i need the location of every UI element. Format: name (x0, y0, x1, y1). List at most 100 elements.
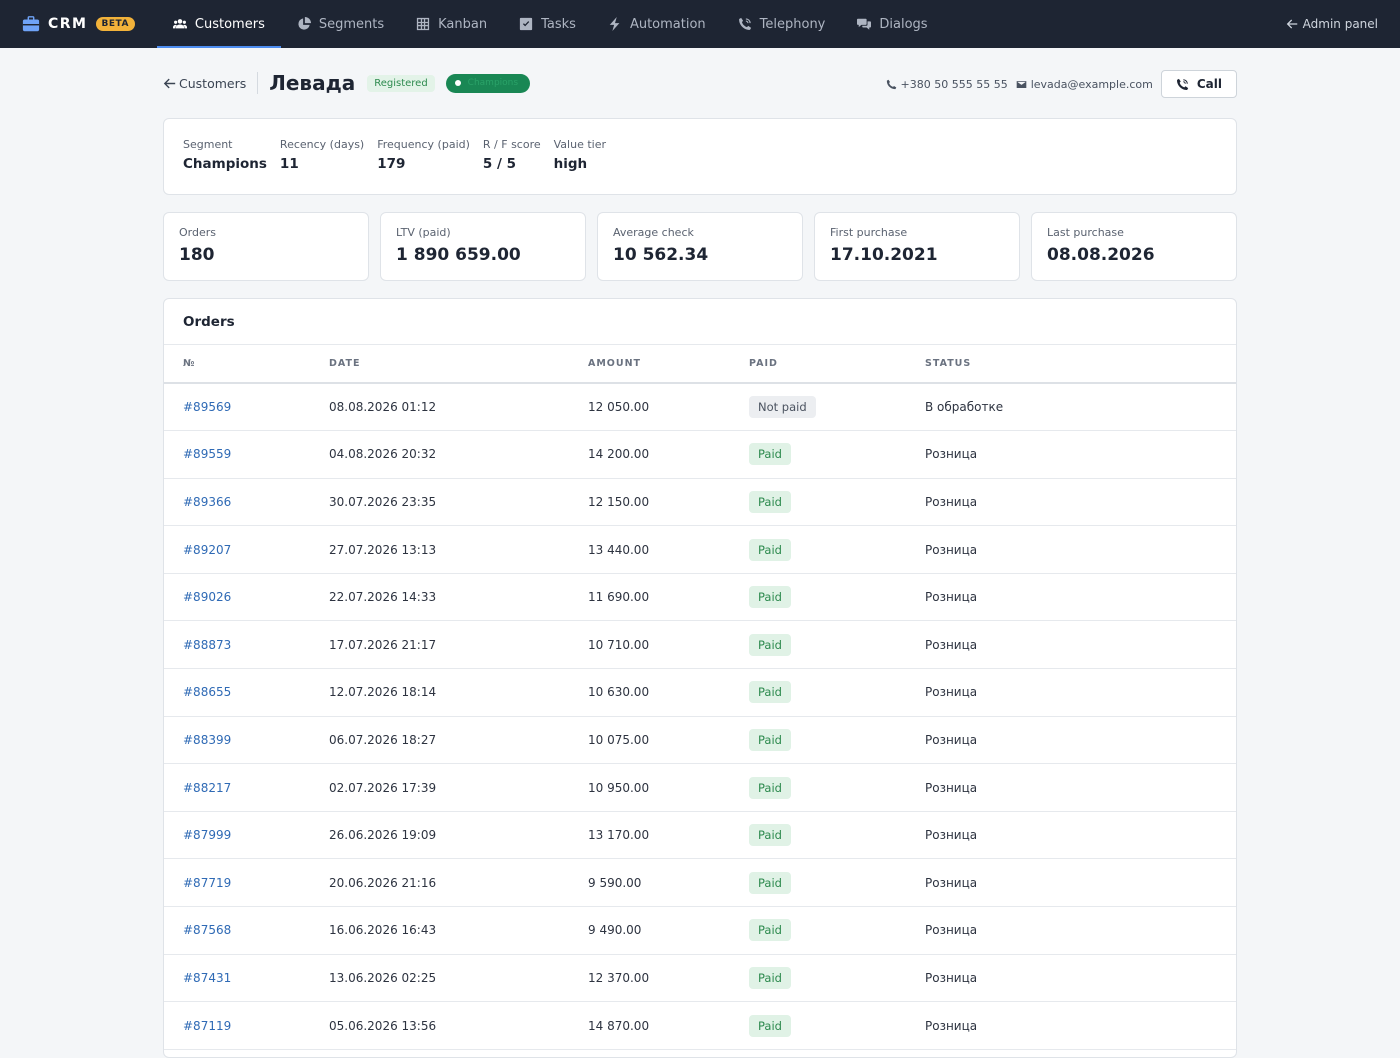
rfm-score: R / F score 5 / 5 (483, 138, 541, 194)
order-link[interactable]: #89569 (183, 400, 231, 414)
paid-status-badge: Paid (749, 824, 791, 847)
email-contact[interactable]: levada@example.com (1016, 78, 1153, 91)
table-row[interactable]: #88655 12.07.2026 18:14 10 630.00 Paid Розни… (164, 668, 1236, 717)
order-amount-cell: 12 150.00 (588, 478, 749, 527)
order-paid-cell: Paid (749, 478, 925, 527)
contact-area: +380 50 555 55 55 levada@example.com Cal… (886, 70, 1237, 98)
paid-status-badge: Paid (749, 919, 791, 942)
briefcase-icon (22, 16, 40, 32)
order-status-cell: Розница (925, 430, 1236, 479)
rfm-label: Value tier (553, 138, 607, 151)
order-date-cell: 16.06.2026 16:43 (329, 906, 588, 955)
nav-item-tasks[interactable]: Tasks (503, 0, 592, 48)
order-link[interactable]: #88399 (183, 733, 231, 747)
order-date-cell: 26.06.2026 19:09 (329, 811, 588, 860)
order-status-cell: Розница (925, 716, 1236, 765)
table-row[interactable]: #89559 04.08.2026 20:32 14 200.00 Paid Розни… (164, 430, 1236, 479)
order-date-cell: 30.07.2026 23:35 (329, 478, 588, 527)
paid-status-badge: Paid (749, 538, 791, 561)
stat-value: 08.08.2026 (1047, 245, 1155, 265)
phone-volume-icon (1176, 78, 1189, 90)
page-title: Левада (269, 71, 356, 95)
phone-volume-icon (738, 17, 751, 30)
table-row[interactable]: #88873 17.07.2026 21:17 10 710.00 Paid Розни… (164, 620, 1236, 670)
column-header-amount[interactable]: AMOUNT (588, 345, 749, 384)
brand-name: CRM (48, 16, 88, 32)
stat-card-first-purchase: First purchase 17.10.2021 (814, 212, 1020, 281)
order-paid-cell: Paid (749, 716, 925, 765)
order-date-cell: 13.06.2026 02:25 (329, 954, 588, 1003)
nav-item-customers[interactable]: Customers (156, 0, 281, 48)
order-link[interactable]: #87568 (183, 923, 231, 937)
rfm-segment: Segment Champions (183, 138, 267, 194)
header-divider (257, 72, 259, 94)
order-link[interactable]: #89559 (183, 447, 231, 461)
order-status-cell: В обработке (925, 383, 1236, 432)
paid-status-badge: Paid (749, 586, 791, 609)
column-header-paid[interactable]: PAID (749, 345, 925, 384)
order-link[interactable]: #87431 (183, 971, 231, 985)
column-header-number[interactable]: № (164, 345, 329, 384)
order-number-cell: #89207 (164, 525, 329, 574)
rfm-label: Segment (183, 138, 233, 151)
nav-label: Customers (194, 16, 265, 32)
segment-badge-label: Champions (467, 78, 519, 88)
stat-label: Last purchase (1047, 226, 1124, 239)
order-paid-cell: Paid (749, 906, 925, 955)
order-number-cell: #89366 (164, 478, 329, 527)
order-paid-cell: Paid (749, 525, 925, 574)
nav-item-telephony[interactable]: Telephony (722, 0, 842, 48)
call-button[interactable]: Call (1160, 70, 1237, 98)
checkbox-icon (519, 17, 533, 31)
arrow-left-icon (163, 78, 176, 88)
table-header-row: № DATE AMOUNT PAID STATUS (164, 345, 1236, 384)
order-amount-cell: 12 370.00 (588, 954, 749, 1003)
nav-item-dialogs[interactable]: Dialogs (841, 0, 943, 48)
order-link[interactable]: #89366 (183, 495, 231, 509)
brand[interactable]: CRM BETA (22, 15, 135, 33)
order-link[interactable]: #88873 (183, 638, 231, 652)
table-row[interactable]: #89026 22.07.2026 14:33 11 690.00 Paid Розни… (164, 573, 1236, 622)
stat-card-average-check: Average check 10 562.34 (597, 212, 803, 281)
nav-label: Tasks (541, 16, 576, 32)
order-amount-cell: 10 950.00 (588, 763, 749, 812)
stat-label: Average check (613, 226, 694, 239)
nav-item-automation[interactable]: Automation (592, 0, 722, 48)
stats-row: Orders 180 LTV (paid) 1 890 659.00 Avera… (163, 212, 1237, 281)
phone-contact[interactable]: +380 50 555 55 55 (886, 78, 1008, 91)
table-row[interactable]: #89569 08.08.2026 01:12 12 050.00 Not paid В… (164, 383, 1236, 432)
admin-panel-link[interactable]: Admin panel (1286, 0, 1378, 48)
table-row[interactable]: #88217 02.07.2026 17:39 10 950.00 Paid Розни… (164, 763, 1236, 812)
column-header-date[interactable]: DATE (329, 345, 588, 384)
table-row[interactable]: #87568 16.06.2026 16:43 9 490.00 Paid Розниц… (164, 906, 1236, 955)
table-row[interactable]: #88399 06.07.2026 18:27 10 075.00 Paid Розни… (164, 716, 1236, 765)
envelope-icon (1016, 80, 1027, 88)
order-paid-cell: Paid (749, 811, 925, 860)
table-row[interactable]: #89366 30.07.2026 23:35 12 150.00 Paid Розни… (164, 478, 1236, 527)
order-link[interactable]: #88217 (183, 781, 231, 795)
order-link[interactable]: #87719 (183, 876, 231, 890)
nav-label: Telephony (759, 16, 826, 32)
order-amount-cell: 9 490.00 (588, 906, 749, 955)
order-link[interactable]: #88655 (183, 685, 231, 699)
order-link[interactable]: #89026 (183, 590, 231, 604)
nav-item-kanban[interactable]: Kanban (400, 0, 503, 48)
nav-item-segments[interactable]: Segments (281, 0, 400, 48)
order-status-cell: Розница (925, 906, 1236, 955)
rfm-card: Segment Champions Recency (days) 11 Freq… (163, 118, 1237, 195)
table-row[interactable]: #87431 13.06.2026 02:25 12 370.00 Paid Розни… (164, 954, 1236, 1003)
order-status-cell: Розница (925, 573, 1236, 622)
column-header-status[interactable]: STATUS (925, 345, 1236, 384)
table-row[interactable]: #89207 27.07.2026 13:13 13 440.00 Paid Розни… (164, 525, 1236, 574)
order-number-cell: #87719 (164, 858, 329, 908)
grid-icon (417, 17, 430, 31)
order-link[interactable]: #89207 (183, 543, 231, 557)
table-row[interactable]: #87719 20.06.2026 21:16 9 590.00 Paid Розниц… (164, 858, 1236, 908)
order-paid-cell: Paid (749, 620, 925, 670)
back-to-customers-link[interactable]: Customers (163, 76, 246, 91)
segment-badge: Champions (445, 73, 530, 93)
order-link[interactable]: #87999 (183, 828, 231, 842)
order-number-cell: #87999 (164, 811, 329, 860)
table-row[interactable]: #87999 26.06.2026 19:09 13 170.00 Paid Розни… (164, 811, 1236, 860)
order-amount-cell: 13 170.00 (588, 811, 749, 860)
